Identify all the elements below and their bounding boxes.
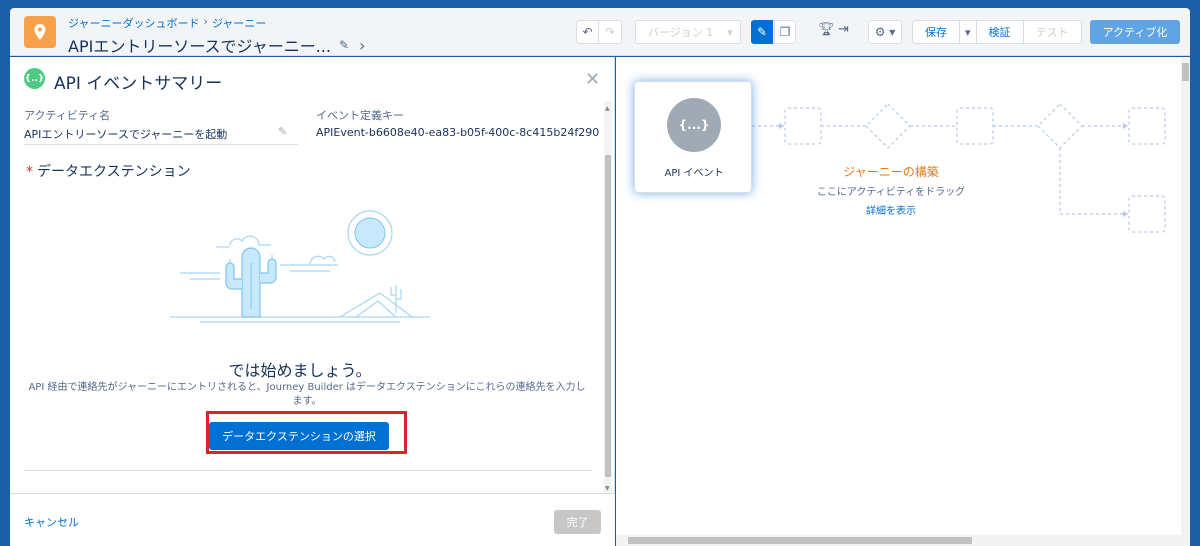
edit-mode-button[interactable]: ✎ <box>751 20 773 44</box>
scroll-down-icon[interactable]: ▼ <box>605 485 610 492</box>
activity-name-value: APIエントリーソースでジャーニーを起動 <box>24 128 228 141</box>
redo-icon[interactable]: ↷ <box>599 21 621 43</box>
event-key-label: イベント定義キー <box>316 109 404 122</box>
pencil-icon[interactable]: ✎ <box>339 38 349 52</box>
save-dropdown-icon[interactable]: ▾ <box>960 21 977 43</box>
entry-label: API イベント <box>664 168 724 179</box>
panel-scrollbar[interactable] <box>604 101 612 493</box>
data-extension-label: * データエクステンション <box>26 161 191 181</box>
divider <box>24 470 592 471</box>
test-button[interactable]: テスト <box>1024 21 1081 43</box>
activate-button[interactable]: アクティブ化 <box>1090 20 1180 44</box>
gear-icon: ⚙ ▾ <box>874 25 896 39</box>
canvas-horizontal-scrollbar[interactable] <box>616 535 1190 546</box>
settings-button[interactable]: ⚙ ▾ <box>868 20 902 44</box>
panel-title: API イベントサマリー <box>54 74 223 94</box>
scroll-up-icon[interactable]: ▲ <box>605 105 610 112</box>
save-button[interactable]: 保存 <box>913 21 960 43</box>
version-select-label: バージョン 1 <box>648 26 714 39</box>
api-event-icon: {...} <box>667 98 721 152</box>
canvas-vertical-thumb[interactable] <box>1182 63 1189 81</box>
start-heading: では始めましょう。 <box>228 361 372 380</box>
build-journey-title: ジャーニーの構築 <box>843 165 939 179</box>
close-icon[interactable]: ✕ <box>585 69 600 90</box>
breadcrumb-separator: › <box>203 15 208 28</box>
desert-illustration <box>170 210 430 323</box>
required-marker: * <box>26 164 33 180</box>
journey-toolbar: ジャーニーダッシュボード › ジャーニー APIエントリーソースでジャーニー..… <box>10 8 1190 56</box>
version-select[interactable]: バージョン 1 ▾ <box>635 20 741 44</box>
edit-activity-name-icon[interactable]: ✎ <box>278 125 287 138</box>
journey-canvas[interactable]: {...} API イベント ジャーニーの構築 ここにアクティビティをドラッグ … <box>616 57 1190 546</box>
trophy-icon[interactable]: 🏆︎ <box>818 22 835 37</box>
undo-redo-group: ↶ ↷ <box>576 20 622 44</box>
start-description: API 経由で連絡先がジャーニーにエントリされると、Journey Builde… <box>28 382 586 407</box>
journey-title: APIエントリーソースでジャーニー... <box>68 37 331 56</box>
chevron-right-icon[interactable]: › <box>359 36 365 55</box>
undo-icon[interactable]: ↶ <box>577 21 599 43</box>
select-data-extension-button[interactable]: データエクステンションの選択 <box>209 422 389 450</box>
chevron-down-icon: ▾ <box>727 25 733 39</box>
api-event-entry-card[interactable]: {...} API イベント <box>634 81 752 193</box>
canvas-horizontal-thumb[interactable] <box>628 537 972 544</box>
breadcrumb-dashboard-link[interactable]: ジャーニーダッシュボード <box>68 15 199 31</box>
api-event-summary-panel: {..} API イベントサマリー ✕ アクティビティ名 APIエントリーソース… <box>10 57 615 546</box>
breadcrumb-journey-link[interactable]: ジャーニー <box>212 15 266 31</box>
copy-icon[interactable]: ❐ <box>774 20 796 44</box>
validate-button[interactable]: 検証 <box>977 21 1024 43</box>
activity-name-underline <box>24 144 298 145</box>
drag-activity-hint: ここにアクティビティをドラッグ <box>816 187 966 198</box>
event-key-value: APIEvent-b6608e40-ea83-b05f-400c-8c415b2… <box>316 126 600 139</box>
panel-scrollbar-thumb[interactable] <box>605 155 611 477</box>
done-button[interactable]: 完了 <box>554 510 601 534</box>
api-event-icon: {..} <box>24 68 45 89</box>
exit-icon[interactable]: ⇥ <box>838 22 849 37</box>
activity-name-label: アクティビティ名 <box>24 109 111 122</box>
data-extension-label-text: データエクステンション <box>37 164 191 180</box>
breadcrumb: ジャーニーダッシュボード › ジャーニー <box>68 15 365 31</box>
journey-app-icon <box>24 16 56 48</box>
canvas-vertical-scrollbar[interactable] <box>1181 57 1190 535</box>
cancel-link[interactable]: キャンセル <box>24 514 79 530</box>
panel-header: {..} API イベントサマリー ✕ <box>10 57 615 101</box>
panel-footer: キャンセル 完了 <box>10 493 615 546</box>
save-group: 保存 ▾ 検証 テスト <box>912 20 1082 44</box>
show-details-link[interactable]: 詳細を表示 <box>816 202 966 217</box>
